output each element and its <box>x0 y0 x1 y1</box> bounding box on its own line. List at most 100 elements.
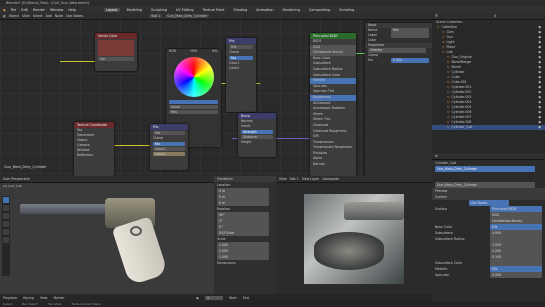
filter-icon[interactable]: ⚲ <box>494 14 496 18</box>
current-frame-field[interactable]: 1 <box>205 296 224 300</box>
menu-help[interactable]: Help <box>68 8 76 12</box>
timeline-view-menu[interactable]: View <box>40 296 48 300</box>
blender-logo-icon[interactable]: ◆ <box>3 8 6 12</box>
picker-rgb-tab[interactable]: RGB <box>169 49 176 54</box>
render-pass-dropdown[interactable]: Composite <box>322 177 339 181</box>
properties-header: ⚙ <box>432 153 545 160</box>
outliner-type-icon[interactable]: ☰ <box>435 14 438 18</box>
picker-hsv-tab[interactable]: HSV <box>191 49 198 54</box>
node-object-dropdown[interactable]: Object <box>9 14 19 18</box>
workspace-tab-scripting[interactable]: Scripting <box>337 8 356 12</box>
node-add-menu[interactable]: Add <box>46 14 52 18</box>
node-texture-coordinate[interactable]: Texture Coordinate Tex Generated Object … <box>74 122 114 176</box>
timeline-end-label: End <box>242 296 249 300</box>
render-cylinder <box>314 232 384 270</box>
cursor-tool-icon[interactable] <box>3 205 9 211</box>
menu-file[interactable]: File <box>11 8 17 12</box>
color-wheel[interactable] <box>173 57 214 97</box>
slot-dropdown[interactable]: Slot 1 <box>149 14 163 18</box>
gun-trigger-guard <box>130 226 142 236</box>
hue-slider[interactable] <box>169 100 218 104</box>
material-slot-list[interactable]: Gun_Main_Dirty_Cylinder <box>435 166 535 172</box>
menu-edit[interactable]: Edit <box>21 8 28 12</box>
timeline-marker-menu[interactable]: Marker <box>54 296 65 300</box>
move-tool-icon[interactable] <box>3 213 9 219</box>
node-principled-bsdf[interactable]: Principled BSDF BSDF GGX Christensen-Burle… <box>310 33 356 176</box>
material-dropdown[interactable]: Gun_Main_Dirty_Cylinder <box>165 14 210 18</box>
status-context-menu: Node Context Menu <box>71 302 102 306</box>
mix2-fac[interactable]: Fac <box>153 142 185 146</box>
scale-tool-icon[interactable] <box>3 229 9 235</box>
workspace-tab-texture-paint[interactable]: Texture Paint <box>201 8 227 12</box>
workspace-tab-compositing[interactable]: Compositing <box>307 8 332 12</box>
node-bump[interactable]: Bump Normal Invert Strength Distance Hei… <box>238 113 276 157</box>
mix-clamp[interactable]: Clamp <box>226 50 256 55</box>
outliner-panel[interactable]: ☰ ⚲ Scene Collection ▽ Collection ◉ ▽ Cam ◉ ▽ G… <box>432 13 545 153</box>
workspace-tab-shading[interactable]: Shading <box>231 8 249 12</box>
node-mix[interactable]: Mix Mix Clamp Fac Color1 Color2 <box>226 38 256 112</box>
bump-invert-checkbox[interactable]: Invert <box>238 124 276 129</box>
3d-viewport[interactable]: User Perspective (1) Colt_Colt <box>0 176 214 294</box>
workspace-tab-animation[interactable]: Animation <box>254 8 275 12</box>
material-property-rows: Surface Principled BSDF GGX Christensen-Bur… <box>432 206 545 278</box>
material-datablock-selector[interactable]: Gun_Main_Dirty_Cylinder <box>435 182 535 188</box>
workspace-tab-modeling[interactable]: Modeling <box>125 8 144 12</box>
select-tool-icon[interactable] <box>3 197 9 203</box>
node-link <box>110 145 150 146</box>
transform-tool-icon[interactable] <box>3 237 9 243</box>
play-button-icon[interactable]: ▶ <box>197 296 199 300</box>
property-label: Surface <box>435 207 448 211</box>
mesh-icon: ▽ <box>442 50 445 54</box>
property-value-field[interactable]: 0.500 <box>490 272 542 278</box>
menu-render[interactable]: Render <box>33 8 45 12</box>
editor-type-icon[interactable]: ◐ <box>3 14 6 18</box>
bump-strength-field[interactable]: Strength <box>241 130 273 134</box>
render-view-menu[interactable]: View <box>279 177 287 181</box>
node-field[interactable]: Col <box>98 57 134 61</box>
render-slot-dropdown[interactable]: Slot 1 <box>290 177 299 181</box>
mix-fac[interactable]: Fac <box>229 56 253 60</box>
render-image-editor[interactable]: View Slot 1 View Layer Composite <box>276 176 432 294</box>
material-name-label: Gun_Main_Dirty_Cylinder <box>4 165 47 169</box>
mix2-color2[interactable]: Color2 <box>153 152 185 156</box>
picker-hex-field[interactable]: Hex <box>169 110 218 114</box>
node-sidebar-panel[interactable]: Node Name Mix Label Color Properties Over… <box>365 23 432 176</box>
render-layer-dropdown[interactable]: View Layer <box>302 177 319 181</box>
outliner-item[interactable]: ▽ Cylinder_Colt ◉ <box>432 125 545 130</box>
sidebar-label-field[interactable] <box>391 33 429 38</box>
workspace-tab-layout[interactable]: Layout <box>104 7 120 12</box>
node-view-menu[interactable]: View <box>22 14 30 18</box>
mix2-mode-dropdown[interactable]: Mix <box>153 131 185 135</box>
sidebar-fac-label: Fac <box>368 58 374 62</box>
dimensions-label: Dimensions <box>217 261 236 265</box>
node-node-menu[interactable]: Node <box>55 14 63 18</box>
visibility-eye-icon[interactable]: ◉ <box>538 125 541 130</box>
workspace-tab-sculpting[interactable]: Sculpting <box>149 8 169 12</box>
mesh-icon: ▽ <box>437 25 440 29</box>
node-mix-2[interactable]: Mix Mix Clamp Fac Color1 Color2 <box>150 124 188 170</box>
bump-distance-field[interactable]: Distance <box>241 135 273 139</box>
mix2-color1[interactable]: Color1 <box>153 147 185 151</box>
properties-panel[interactable]: ⚙ Cylinder_Colt Gun_Main_Dirty_Cylinder … <box>432 153 545 302</box>
node-select-menu[interactable]: Select <box>33 14 43 18</box>
mix2-clamp[interactable]: Clamp <box>150 136 188 141</box>
mix-mode-dropdown[interactable]: Mix <box>229 45 253 49</box>
use-nodes-checkbox[interactable]: Use Nodes <box>66 14 83 18</box>
outliner-item-label: Cylinder_Colt <box>451 125 473 129</box>
rotate-tool-icon[interactable] <box>3 221 9 227</box>
status-select: Select <box>3 302 13 306</box>
timeline-keying-menu[interactable]: Keying <box>23 296 34 300</box>
viewport-header: User Perspective <box>0 176 214 183</box>
workspace-tab-rendering[interactable]: Rendering <box>281 8 302 12</box>
color-swatch[interactable] <box>98 40 134 56</box>
timeline-playback-menu[interactable]: Playback <box>3 296 17 300</box>
workspace-tab-uv-editing[interactable]: UV Editing <box>174 8 196 12</box>
sidebar-fac-field[interactable]: 0.500 <box>391 58 429 63</box>
picker-hsl-tab[interactable]: HSL <box>212 49 218 54</box>
picker-value-field[interactable]: Value <box>169 105 218 109</box>
menu-window[interactable]: Window <box>50 8 63 12</box>
properties-type-icon[interactable]: ⚙ <box>435 154 438 158</box>
shader-node-editor[interactable]: ◐ Object View Select Add Node Use Nodes … <box>0 13 432 176</box>
node-vector-color[interactable]: Vector Color Col <box>95 33 137 71</box>
bsdf-input-row[interactable]: Normal <box>310 162 356 168</box>
